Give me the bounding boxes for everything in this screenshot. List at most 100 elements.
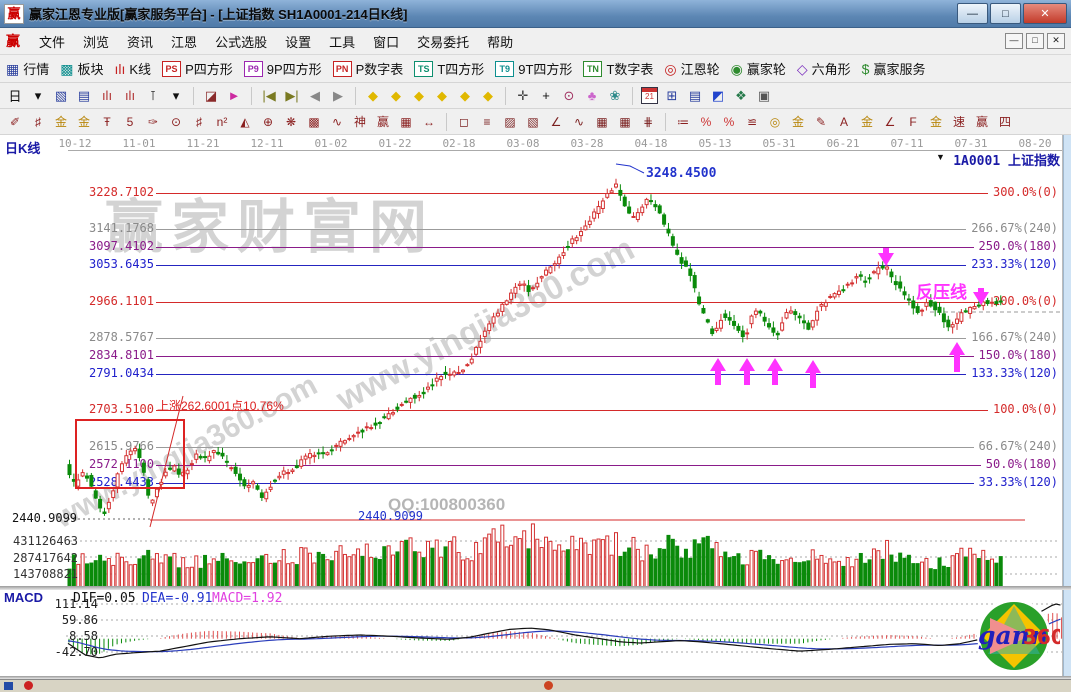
menu-item-trade[interactable]: 交易委托 (408, 29, 478, 54)
draw-tool-a-16[interactable]: 赢 (374, 113, 392, 131)
draw-tool-a-3[interactable]: 金 (75, 113, 93, 131)
toolbar2-icon-23[interactable]: ♣ (583, 87, 601, 105)
toolbar2-icon-5[interactable]: ılı (121, 87, 139, 105)
toolbar2-icon-27[interactable]: ▤ (686, 87, 704, 105)
toolbar-sectors-button[interactable]: ▩板块 (60, 59, 103, 78)
maximize-button[interactable]: □ (990, 3, 1021, 24)
toolbar2-icon-10[interactable]: |◀ (260, 87, 278, 105)
draw-tool-b-2[interactable]: ▨ (501, 113, 519, 131)
draw-tool-b-5[interactable]: ∿ (570, 113, 588, 131)
menu-item-file[interactable]: 文件 (30, 29, 74, 54)
toolbar2-icon-0[interactable]: 日 (6, 87, 24, 105)
draw-tool-c-4[interactable]: ◎ (766, 113, 784, 131)
draw-tool-a-15[interactable]: 神 (351, 113, 369, 131)
toolbar2-icon-9[interactable]: ► (225, 87, 243, 105)
minimize-button[interactable]: — (957, 3, 988, 24)
menu-item-news[interactable]: 资讯 (118, 29, 162, 54)
menu-item-window[interactable]: 窗口 (364, 29, 408, 54)
draw-tool-c-14[interactable]: 四 (996, 113, 1014, 131)
mdi-restore-button[interactable]: □ (1026, 33, 1044, 49)
toolbar-t-square-button[interactable]: TST四方形 (414, 59, 484, 78)
toolbar2-icon-2[interactable]: ▧ (52, 87, 70, 105)
toolbar2-icon-19[interactable]: ◆ (479, 87, 497, 105)
draw-tool-b-1[interactable]: ≡ (478, 113, 496, 131)
draw-tool-b-0[interactable]: ◻ (455, 113, 473, 131)
draw-tool-c-8[interactable]: 金 (858, 113, 876, 131)
draw-tool-c-2[interactable]: % (720, 113, 738, 131)
toolbar2-icon-4[interactable]: ılı (98, 87, 116, 105)
toolbar-p-square-button[interactable]: PSP四方形 (162, 59, 233, 78)
toolbar2-icon-3[interactable]: ▤ (75, 87, 93, 105)
toolbar2-icon-17[interactable]: ◆ (433, 87, 451, 105)
toolbar-winner-service-button[interactable]: $赢家服务 (862, 59, 926, 78)
draw-tool-a-0[interactable]: ✐ (6, 113, 24, 131)
toolbar2-icon-11[interactable]: ▶| (283, 87, 301, 105)
toolbar2-icon-20[interactable]: ✛ (514, 87, 532, 105)
toolbar-gann-wheel-button[interactable]: ◎江恩轮 (664, 59, 719, 78)
menu-item-tools[interactable]: 工具 (320, 29, 364, 54)
menu-item-gann[interactable]: 江恩 (162, 29, 206, 54)
toolbar-winner-wheel-button[interactable]: ◉赢家轮 (731, 59, 786, 78)
draw-tool-c-5[interactable]: 金 (789, 113, 807, 131)
toolbar2-icon-30[interactable]: ▣ (755, 87, 773, 105)
draw-tool-a-4[interactable]: Ŧ (98, 113, 116, 131)
draw-tool-c-0[interactable]: ≔ (674, 113, 692, 131)
menu-item-formula-picker[interactable]: 公式选股 (206, 29, 276, 54)
draw-tool-c-12[interactable]: 速 (950, 113, 968, 131)
mdi-minimize-button[interactable]: — (1005, 33, 1023, 49)
menu-item-browse[interactable]: 浏览 (74, 29, 118, 54)
toolbar-9p-square-button[interactable]: P99P四方形 (244, 59, 322, 78)
draw-tool-a-13[interactable]: ▩ (305, 113, 323, 131)
draw-tool-a-14[interactable]: ∿ (328, 113, 346, 131)
toolbar2-icon-8[interactable]: ◪ (202, 87, 220, 105)
draw-tool-a-11[interactable]: ⊕ (259, 113, 277, 131)
draw-tool-a-2[interactable]: 金 (52, 113, 70, 131)
draw-tool-a-1[interactable]: ♯ (29, 113, 47, 131)
draw-tool-a-17[interactable]: ▦ (397, 113, 415, 131)
toolbar2-icon-22[interactable]: ⊙ (560, 87, 578, 105)
toolbar2-icon-12[interactable]: ◀ (306, 87, 324, 105)
draw-tool-a-10[interactable]: ◭ (236, 113, 254, 131)
mdi-close-button[interactable]: ✕ (1047, 33, 1065, 49)
draw-tool-a-12[interactable]: ❋ (282, 113, 300, 131)
draw-tool-a-9[interactable]: n² (213, 113, 231, 131)
toolbar2-icon-25[interactable]: 21 (641, 87, 658, 104)
draw-tool-c-7[interactable]: A (835, 113, 853, 131)
toolbar2-icon-26[interactable]: ⊞ (663, 87, 681, 105)
toolbar-t-digit-table-button[interactable]: TNT数字表 (583, 59, 653, 78)
toolbar2-icon-7[interactable]: ▾ (167, 87, 185, 105)
toolbar2-icon-29[interactable]: ❖ (732, 87, 750, 105)
draw-tool-a-6[interactable]: ✑ (144, 113, 162, 131)
toolbar2-icon-28[interactable]: ◩ (709, 87, 727, 105)
menu-item-settings[interactable]: 设置 (276, 29, 320, 54)
draw-tool-c-3[interactable]: ≌ (743, 113, 761, 131)
draw-tool-a-8[interactable]: ♯ (190, 113, 208, 131)
toolbar-kline-button[interactable]: ılıK线 (115, 59, 152, 78)
draw-tool-c-6[interactable]: ✎ (812, 113, 830, 131)
menu-item-help[interactable]: 帮助 (478, 29, 522, 54)
toolbar-quotes-button[interactable]: ▦行情 (6, 59, 49, 78)
draw-tool-a-5[interactable]: 5 (121, 113, 139, 131)
toolbar2-icon-18[interactable]: ◆ (456, 87, 474, 105)
toolbar-9t-square-button[interactable]: T99T四方形 (495, 59, 572, 78)
draw-tool-a-7[interactable]: ⊙ (167, 113, 185, 131)
draw-tool-b-4[interactable]: ∠ (547, 113, 565, 131)
toolbar2-icon-1[interactable]: ▾ (29, 87, 47, 105)
draw-tool-b-8[interactable]: ⋕ (639, 113, 657, 131)
toolbar2-icon-24[interactable]: ❀ (606, 87, 624, 105)
draw-tool-b-3[interactable]: ▧ (524, 113, 542, 131)
close-button[interactable]: ✕ (1023, 3, 1067, 24)
draw-tool-b-6[interactable]: ▦ (593, 113, 611, 131)
toolbar-p-digit-table-button[interactable]: PNP数字表 (333, 59, 404, 78)
draw-tool-c-9[interactable]: ∠ (881, 113, 899, 131)
toolbar2-icon-21[interactable]: + (537, 87, 555, 105)
toolbar2-icon-16[interactable]: ◆ (410, 87, 428, 105)
draw-tool-c-10[interactable]: F (904, 113, 922, 131)
toolbar2-icon-14[interactable]: ◆ (364, 87, 382, 105)
toolbar-hexagon-button[interactable]: ◇六角形 (797, 59, 851, 78)
draw-tool-c-11[interactable]: 金 (927, 113, 945, 131)
draw-tool-c-1[interactable]: % (697, 113, 715, 131)
toolbar2-icon-6[interactable]: ⊺ (144, 87, 162, 105)
draw-tool-c-13[interactable]: 赢 (973, 113, 991, 131)
draw-tool-a-18[interactable]: ↔ (420, 113, 438, 131)
